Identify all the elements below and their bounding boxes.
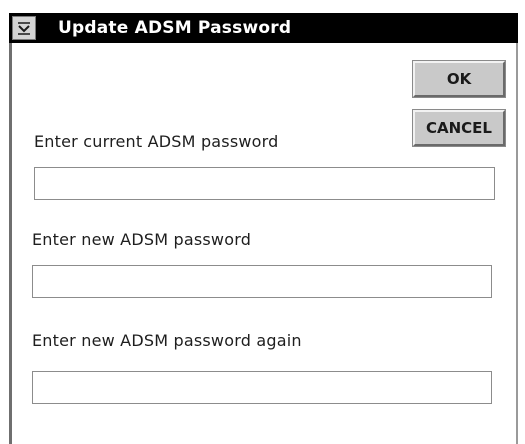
current-password-label: Enter current ADSM password (34, 132, 279, 151)
update-password-dialog: Update ADSM Password OK CANCEL Enter cur… (0, 0, 525, 444)
ok-button[interactable]: OK (412, 60, 506, 98)
confirm-password-label: Enter new ADSM password again (32, 331, 302, 350)
new-password-label: Enter new ADSM password (32, 230, 252, 249)
window-title: Update ADSM Password (58, 18, 292, 38)
new-password-field[interactable] (32, 265, 492, 298)
cancel-button[interactable]: CANCEL (412, 109, 506, 147)
system-menu-icon[interactable] (12, 16, 36, 40)
current-password-field[interactable] (34, 167, 495, 200)
confirm-password-field[interactable] (32, 371, 492, 404)
window-frame-left (9, 13, 12, 444)
window-frame-right (516, 13, 518, 444)
